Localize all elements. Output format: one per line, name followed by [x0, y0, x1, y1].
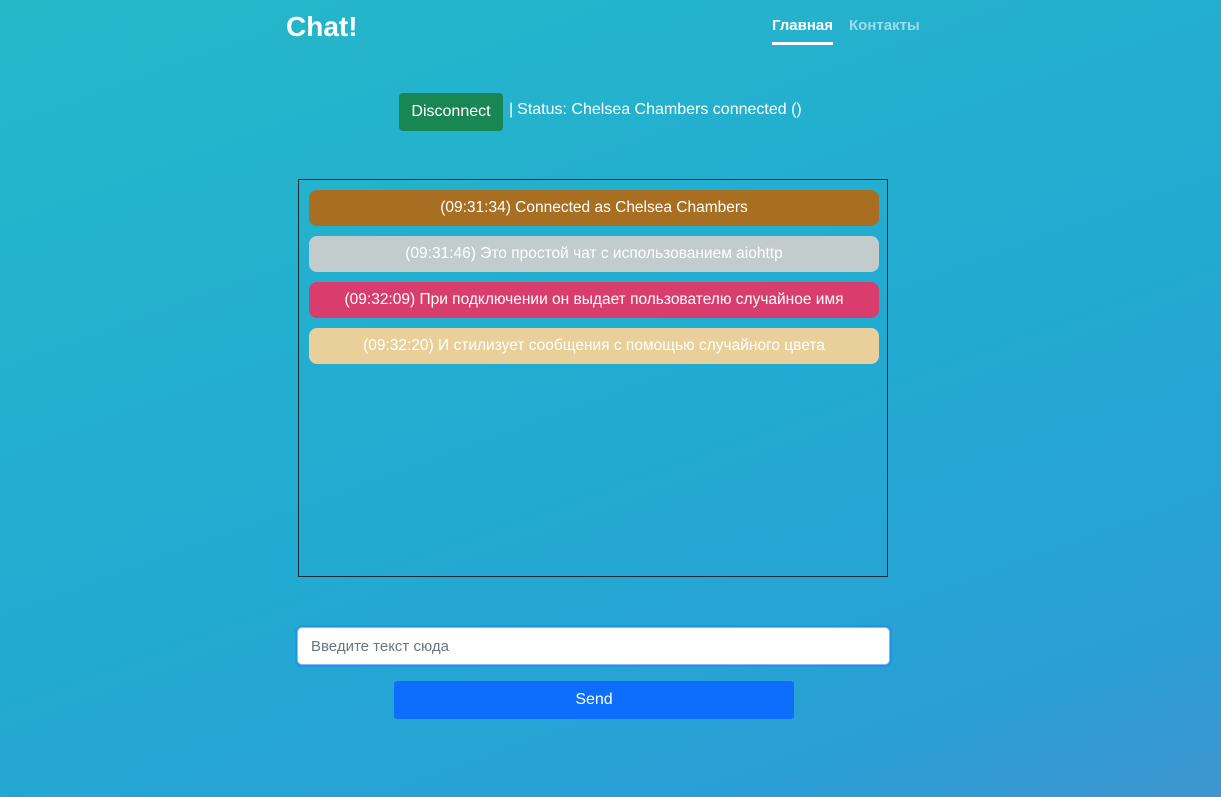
brand-title: Chat!	[286, 11, 358, 42]
chat-message: (09:32:20) И стилизует сообщения с помощ…	[309, 328, 879, 364]
status-separator: |	[509, 101, 514, 118]
status-text: Status: Chelsea Chambers connected ()	[517, 101, 802, 118]
messages-box[interactable]: (09:31:34) Connected as Chelsea Chambers…	[298, 179, 888, 577]
nav-link-home[interactable]: Главная	[772, 16, 834, 45]
message-input[interactable]	[297, 627, 890, 665]
chat-message: (09:31:34) Connected as Chelsea Chambers	[309, 190, 879, 226]
chat-message: (09:32:09) При подключении он выдает пол…	[309, 282, 879, 318]
connection-status-row: Disconnect | Status: Chelsea Chambers co…	[399, 93, 802, 131]
chat-message: (09:31:46) Это простой чат с использован…	[309, 236, 879, 272]
nav-link-contacts[interactable]: Контакты	[849, 16, 920, 45]
disconnect-button[interactable]: Disconnect	[399, 93, 503, 131]
top-nav: Главная Контакты	[772, 16, 920, 45]
send-button[interactable]: Send	[394, 681, 794, 719]
